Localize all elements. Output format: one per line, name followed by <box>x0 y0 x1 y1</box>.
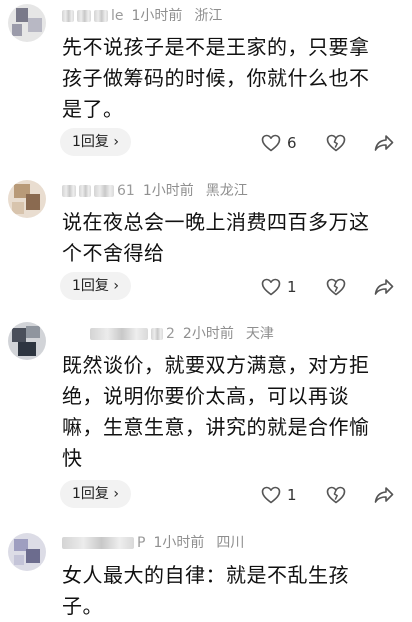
comment-text-line: 子。 <box>62 594 103 618</box>
comment-text-line: 个不舍得给 <box>62 241 165 265</box>
comment-meta: le 1小时前 浙江 <box>62 6 222 26</box>
share-arrow-icon <box>374 134 394 152</box>
avatar[interactable] <box>8 322 46 360</box>
blurred-username <box>62 537 134 549</box>
username-tail[interactable]: 61 <box>117 181 135 201</box>
dislike-button[interactable] <box>326 275 346 299</box>
heart-icon <box>261 134 281 152</box>
like-count: 1 <box>287 278 297 296</box>
username-tail[interactable]: le <box>111 6 124 26</box>
avatar[interactable] <box>8 4 46 42</box>
reply-button[interactable]: 1回复 › <box>60 272 131 300</box>
dislike-button[interactable] <box>326 483 346 507</box>
broken-heart-icon <box>326 486 346 504</box>
comment-text-line: 绝，说明你要价太高，可以再谈 <box>62 384 349 408</box>
comment-text-line: 先不说孩子是不是王家的，只要拿 <box>62 35 370 59</box>
comment-location: 天津 <box>245 326 274 342</box>
comment-meta: 61 1小时前 黑龙江 <box>62 181 248 201</box>
comment-meta: P 1小时前 四川 <box>62 533 244 553</box>
like-count: 6 <box>287 134 297 152</box>
comment-text-line: 是了。 <box>62 97 124 121</box>
like-button[interactable]: 1 <box>261 275 297 299</box>
comment-location: 四川 <box>216 535 245 551</box>
blurred-username <box>62 10 74 22</box>
blurred-username <box>79 185 91 197</box>
reply-button[interactable]: 1回复 › <box>60 480 131 508</box>
share-button[interactable] <box>374 131 394 155</box>
comment-text: 说在夜总会一晚上消费四百多万这 个不舍得给 <box>62 207 392 269</box>
comment-time: 1小时前 <box>131 8 183 24</box>
avatar[interactable] <box>8 533 46 571</box>
blurred-username <box>94 185 114 197</box>
blurred-username <box>151 328 163 340</box>
avatar[interactable] <box>8 180 46 218</box>
like-button[interactable]: 1 <box>261 483 297 507</box>
comment-text-line: 女人最大的自律：就是不乱生孩 <box>62 563 349 587</box>
broken-heart-icon <box>326 134 346 152</box>
comment-meta: 2 2小时前 天津 <box>62 324 274 344</box>
like-count: 1 <box>287 486 297 504</box>
share-arrow-icon <box>374 486 394 504</box>
blurred-username <box>90 328 148 340</box>
comment-text-line: 既然谈价，就要双方满意，对方拒 <box>62 353 370 377</box>
dislike-button[interactable] <box>326 131 346 155</box>
comment-time: 1小时前 <box>142 183 194 199</box>
blurred-username <box>77 10 91 22</box>
username-tail[interactable]: P <box>137 533 145 553</box>
comment-text-line: 孩子做筹码的时候，你就什么也不 <box>62 66 370 90</box>
comment-location: 浙江 <box>194 8 223 24</box>
share-arrow-icon <box>374 278 394 296</box>
comment-text-line: 快 <box>62 446 83 470</box>
like-button[interactable]: 6 <box>261 131 297 155</box>
blurred-username <box>94 10 108 22</box>
reply-button[interactable]: 1回复 › <box>60 128 131 156</box>
comment-text: 先不说孩子是不是王家的，只要拿 孩子做筹码的时候，你就什么也不 是了。 <box>62 32 392 125</box>
comment-location: 黑龙江 <box>205 183 248 199</box>
comment-text: 既然谈价，就要双方满意，对方拒 绝，说明你要价太高，可以再谈 嘛，生意生意，讲究… <box>62 350 392 474</box>
share-button[interactable] <box>374 275 394 299</box>
heart-icon <box>261 278 281 296</box>
broken-heart-icon <box>326 278 346 296</box>
blurred-username <box>62 185 76 197</box>
comment-text-line: 嘛，生意生意，讲究的就是合作愉 <box>62 415 370 439</box>
comment-text: 女人最大的自律：就是不乱生孩 子。 <box>62 560 392 622</box>
comment-text-line: 说在夜总会一晚上消费四百多万这 <box>62 210 370 234</box>
comment-time: 1小时前 <box>153 535 205 551</box>
share-button[interactable] <box>374 483 394 507</box>
heart-icon <box>261 486 281 504</box>
comment-time: 2小时前 <box>182 326 234 342</box>
username-tail[interactable]: 2 <box>166 324 175 344</box>
